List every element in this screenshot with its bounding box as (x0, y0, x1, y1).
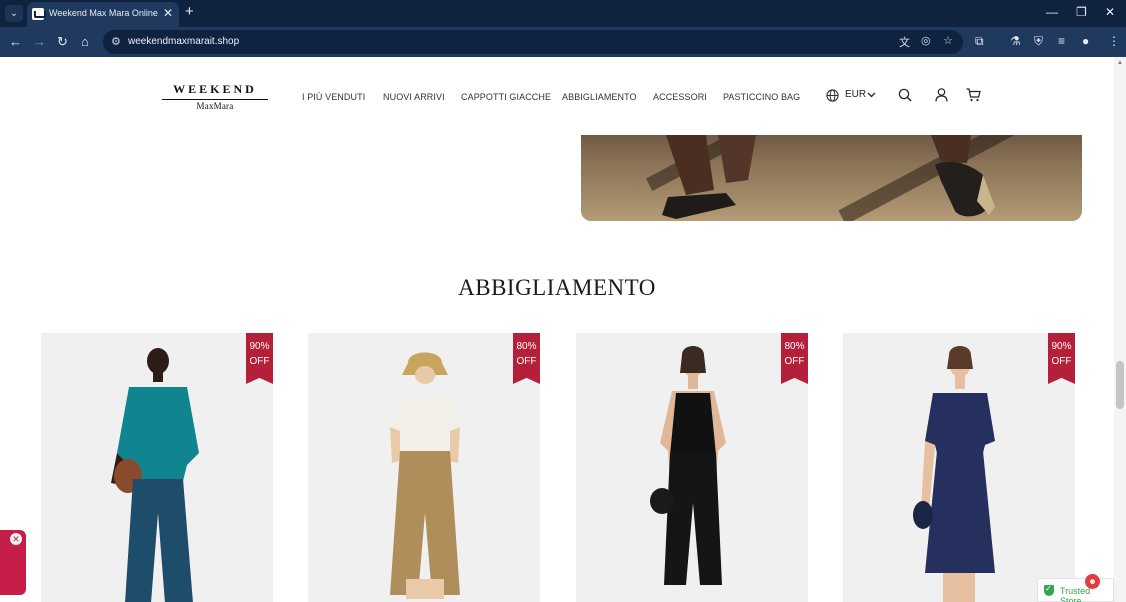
scroll-up-arrow-icon[interactable]: ▲ (1117, 60, 1123, 66)
nav-item-new-arrivals[interactable]: NUOVI ARRIVI (383, 92, 445, 102)
discount-ribbon: 90% OFF (246, 333, 273, 384)
url-text[interactable]: weekendmaxmarait.shop (128, 36, 239, 47)
product-card[interactable]: 80% OFF (308, 333, 540, 602)
forward-arrow-icon[interactable]: → (33, 34, 46, 49)
kebab-menu-icon[interactable]: ⋮ (1108, 34, 1120, 48)
eye-off-icon[interactable]: ◎ (921, 34, 931, 47)
product-card[interactable]: 90% OFF (41, 333, 273, 602)
user-account-icon[interactable] (935, 88, 948, 102)
media-queue-icon[interactable]: ≡ (1058, 34, 1065, 48)
product-image (843, 333, 1075, 602)
nav-item-coats-jackets[interactable]: CAPPOTTI GIACCHE (461, 92, 551, 102)
discount-percent: 80% (516, 341, 537, 352)
product-image (576, 333, 808, 602)
widget-close-icon[interactable]: ✕ (10, 533, 22, 545)
discount-off-label: OFF (516, 356, 537, 367)
shield-icon[interactable]: ⛨ (1034, 34, 1043, 49)
discount-ribbon: 90% OFF (1048, 333, 1075, 384)
trusted-store-label: Trusted Store (1060, 586, 1091, 602)
logo-wordmark-top: WEEKEND (173, 82, 257, 96)
product-card[interactable]: 90% OFF (843, 333, 1075, 602)
extensions-puzzle-icon[interactable]: ⧉ (975, 34, 984, 49)
product-card[interactable]: 80% OFF (576, 333, 808, 602)
tab-close-icon[interactable]: ✕ (163, 6, 173, 20)
profile-icon[interactable]: ● (1082, 34, 1089, 48)
promo-side-widget[interactable]: ✕ (0, 530, 26, 595)
shield-check-icon (1044, 584, 1054, 596)
back-arrow-icon[interactable]: ← (9, 34, 22, 49)
logo-divider (162, 99, 268, 100)
discount-ribbon: 80% OFF (513, 333, 540, 384)
logo-wordmark-bottom: MaxMara (196, 101, 234, 111)
hero-trousers-shape (662, 135, 756, 219)
product-top-shape (670, 393, 716, 455)
discount-percent: 80% (784, 341, 805, 352)
notification-badge-icon: ☻ (1085, 574, 1100, 589)
discount-off-label: OFF (784, 356, 805, 367)
discount-percent: 90% (1051, 341, 1072, 352)
nav-item-clothing[interactable]: ABBIGLIAMENTO (562, 92, 637, 102)
hero-shoes-shape (931, 135, 995, 217)
search-icon[interactable] (898, 88, 912, 102)
nav-item-best-sellers[interactable]: I PIÙ VENDUTI (302, 92, 365, 102)
globe-icon (826, 89, 839, 102)
discount-ribbon: 80% OFF (781, 333, 808, 384)
reload-icon[interactable]: ↻ (57, 34, 68, 50)
discount-percent: 90% (249, 341, 270, 352)
cart-icon[interactable] (966, 88, 981, 102)
brand-logo[interactable]: WEEKEND MaxMara (162, 82, 268, 111)
translate-icon[interactable]: 文 (899, 34, 910, 50)
page-scrollbar[interactable]: ▲ (1114, 57, 1126, 602)
hero-banner-image[interactable] (581, 135, 1082, 221)
product-image (41, 333, 273, 602)
window-close-icon[interactable]: ✕ (1105, 5, 1115, 19)
restore-icon[interactable]: ❐ (1076, 5, 1087, 19)
discount-off-label: OFF (249, 356, 270, 367)
tab-search-chevron-down-icon[interactable]: ⌄ (5, 5, 23, 22)
currency-label: EUR (845, 89, 867, 100)
scrollbar-thumb[interactable] (1116, 361, 1124, 409)
web-page: WEEKEND MaxMara I PIÙ VENDUTI NUOVI ARRI… (0, 57, 1114, 602)
minimize-icon[interactable]: — (1046, 5, 1058, 19)
browser-tab-strip: ⌄ Weekend Max Mara Online Sto ✕ + — ❐ ✕ (0, 0, 1126, 27)
trusted-store-badge[interactable]: Trusted Store ☻ (1037, 574, 1114, 602)
bookmark-star-icon[interactable]: ☆ (943, 34, 953, 47)
home-icon[interactable]: ⌂ (81, 34, 89, 49)
browser-toolbar: ← → ↻ ⌂ ⚙ weekendmaxmarait.shop 文 ◎ ☆ ⧉ … (0, 27, 1126, 57)
site-info-tune-icon[interactable]: ⚙ (111, 35, 121, 48)
new-tab-plus-icon[interactable]: + (185, 3, 194, 20)
product-top-shape (925, 393, 995, 453)
product-image (308, 333, 540, 602)
site-favicon-icon (32, 8, 46, 20)
labs-flask-icon[interactable]: ⚗ (1010, 34, 1021, 48)
address-bar[interactable]: ⚙ weekendmaxmarait.shop 文 ◎ ☆ (103, 30, 963, 54)
discount-off-label: OFF (1051, 356, 1072, 367)
section-title: ABBIGLIAMENTO (458, 275, 656, 300)
browser-tab[interactable]: Weekend Max Mara Online Sto ✕ (27, 2, 179, 27)
tab-title: Weekend Max Mara Online Sto (49, 8, 159, 18)
product-bottom-shape (925, 451, 995, 573)
nav-item-accessories[interactable]: ACCESSORI (653, 92, 707, 102)
nav-item-pasticcino-bag[interactable]: PASTICCINO BAG (723, 92, 800, 102)
chevron-down-icon (867, 92, 876, 98)
